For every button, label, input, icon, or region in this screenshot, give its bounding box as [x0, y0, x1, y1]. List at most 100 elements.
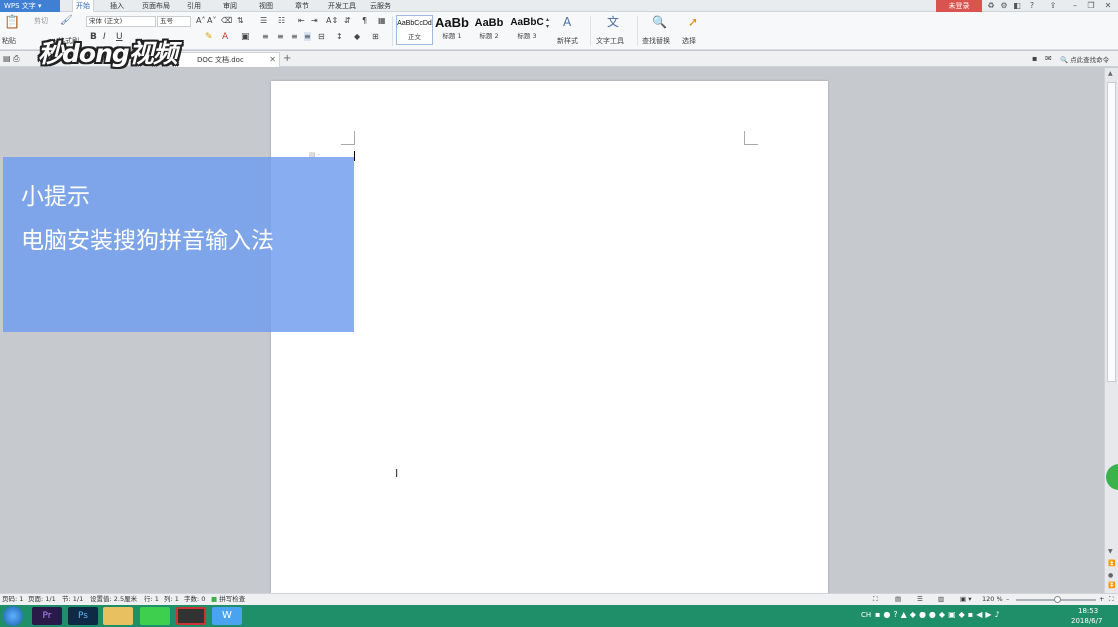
styles-scroll-icon[interactable]: ▴ ▾: [546, 16, 549, 30]
zoom-out-icon[interactable]: –: [1006, 594, 1009, 605]
tab-chapter[interactable]: 章节: [292, 0, 312, 12]
web-view-icon[interactable]: ▥: [938, 594, 944, 605]
shrink-font-icon[interactable]: A˅: [207, 16, 216, 25]
chinese-layout-icon[interactable]: A⇕: [326, 16, 338, 25]
tab-references[interactable]: 引用: [184, 0, 204, 12]
document-page[interactable]: ▤ · I: [271, 81, 828, 601]
status-position[interactable]: 设置值: 2.5厘米: [90, 594, 137, 605]
quick-access-icon[interactable]: ▤ ⎙: [3, 54, 20, 64]
tab-home[interactable]: 开始: [72, 0, 94, 12]
show-marks-icon[interactable]: ¶: [362, 16, 367, 25]
align-right-icon[interactable]: ≡: [291, 32, 298, 41]
scroll-down-icon[interactable]: ▼: [1108, 548, 1113, 555]
char-shading-icon[interactable]: ▣: [241, 32, 250, 42]
bullets-icon[interactable]: ☰: [260, 16, 267, 25]
status-pages[interactable]: 页面: 1/1: [28, 594, 56, 605]
add-tab-icon[interactable]: +: [283, 53, 291, 65]
close-icon[interactable]: ✕: [1103, 1, 1113, 11]
status-column[interactable]: 列: 1: [164, 594, 179, 605]
maximize-icon[interactable]: ❐: [1086, 1, 1096, 11]
command-search[interactable]: 🔍 点此查找命令: [1060, 54, 1109, 64]
font-name-select[interactable]: 宋体 (正文): [86, 16, 156, 27]
app-menu-button[interactable]: WPS 文字 ▾: [0, 0, 60, 12]
tab-review[interactable]: 审阅: [220, 0, 240, 12]
zoom-slider-knob[interactable]: [1054, 596, 1061, 603]
new-style-icon[interactable]: A: [563, 16, 571, 28]
status-row[interactable]: 行: 1: [144, 594, 159, 605]
select-browse-icon[interactable]: ●: [1108, 572, 1113, 579]
tab-developer[interactable]: 开发工具: [325, 0, 359, 12]
distribute-icon[interactable]: ⊟: [318, 32, 325, 41]
next-page-icon[interactable]: ⏬: [1108, 582, 1115, 589]
message-icon[interactable]: ✉: [1045, 54, 1052, 63]
wps-writer-task-icon[interactable]: W: [212, 607, 242, 625]
zoom-in-icon[interactable]: +: [1099, 594, 1104, 605]
style-normal[interactable]: AaBbCcDd 正文: [396, 15, 433, 45]
scroll-up-icon[interactable]: ▲: [1108, 70, 1113, 77]
file-explorer-task-icon[interactable]: [103, 607, 133, 625]
borders-icon[interactable]: ⊞: [372, 32, 379, 41]
restore-ribbon-icon[interactable]: ⇪: [1048, 1, 1058, 11]
paste-icon[interactable]: 📋: [4, 16, 20, 29]
vertical-scrollbar[interactable]: ▲ ▼ ⏫ ● ⏬: [1104, 68, 1118, 593]
decrease-indent-icon[interactable]: ⇤: [298, 16, 305, 25]
minimize-icon[interactable]: –: [1070, 1, 1080, 11]
line-spacing-icon[interactable]: ↕: [336, 32, 343, 41]
increase-indent-icon[interactable]: ⇥: [311, 16, 318, 25]
style-heading-3[interactable]: AaBbC 标题 3: [508, 15, 546, 45]
new-style-label[interactable]: 新样式: [557, 36, 578, 46]
status-word-count[interactable]: 字数: 0: [184, 594, 205, 605]
select-label[interactable]: 选择: [682, 36, 696, 46]
help-icon[interactable]: ?: [1027, 1, 1037, 11]
document-tab[interactable]: DOC 文档.doc ✕: [172, 52, 280, 67]
find-replace-icon[interactable]: 🔍: [652, 16, 667, 28]
premiere-task-icon[interactable]: Pr: [32, 607, 62, 625]
outline-view-icon[interactable]: ☰: [917, 594, 923, 605]
find-replace-label[interactable]: 查找替换: [642, 36, 670, 46]
align-center-icon[interactable]: ≡: [277, 32, 284, 41]
phonetic-icon[interactable]: ⇅: [237, 16, 244, 25]
status-section[interactable]: 节: 1/1: [62, 594, 83, 605]
page-view-icon[interactable]: ▤: [895, 594, 901, 605]
text-tools-icon[interactable]: 文: [607, 16, 619, 28]
settings-icon[interactable]: ⚙: [999, 1, 1009, 11]
highlight-icon[interactable]: ✎: [205, 32, 213, 42]
font-size-select[interactable]: 五号: [157, 16, 191, 27]
start-button[interactable]: [3, 606, 23, 626]
notification-icon[interactable]: ▪: [1032, 54, 1037, 63]
clock-date[interactable]: 2018/6/7: [1071, 617, 1102, 625]
shading-icon[interactable]: ◆: [354, 32, 360, 41]
align-left-icon[interactable]: ≡: [262, 32, 269, 41]
text-tools-label[interactable]: 文字工具: [596, 36, 624, 46]
select-icon[interactable]: ➚: [688, 16, 698, 28]
style-heading-2[interactable]: AaBb 标题 2: [471, 15, 507, 45]
fit-page-icon[interactable]: ⛶: [1109, 594, 1114, 605]
tab-page-layout[interactable]: 页面布局: [139, 0, 173, 12]
cut-button[interactable]: 剪切: [34, 16, 48, 26]
clear-format-icon[interactable]: ⌫: [221, 16, 232, 25]
status-page-number[interactable]: 页码: 1: [2, 594, 23, 605]
photoshop-task-icon[interactable]: Ps: [68, 607, 98, 625]
paste-label[interactable]: 粘贴: [2, 36, 16, 46]
focus-mode-icon[interactable]: ⛶: [873, 594, 878, 605]
system-tray-icons[interactable]: ▪●?▲◆●●◆▣◆▪◀▶♪: [875, 610, 1003, 619]
table-icon[interactable]: ▦: [378, 16, 386, 25]
numbering-icon[interactable]: ☷: [278, 16, 285, 25]
input-language[interactable]: CH: [861, 611, 871, 619]
recorder-task-icon[interactable]: [176, 607, 206, 625]
font-color-icon[interactable]: A: [222, 32, 228, 42]
skin-icon[interactable]: ◧: [1012, 1, 1022, 11]
tab-cloud[interactable]: 云服务: [367, 0, 394, 12]
prev-page-icon[interactable]: ⏫: [1108, 560, 1115, 567]
spell-check-button[interactable]: ■ 拼写检查: [211, 594, 245, 605]
format-painter-icon[interactable]: 🖌: [60, 16, 73, 26]
zoom-level[interactable]: 120 %: [982, 594, 1003, 605]
tab-insert[interactable]: 插入: [107, 0, 127, 12]
tab-view[interactable]: 视图: [256, 0, 276, 12]
reading-view-icon[interactable]: ▣ ▾: [960, 594, 971, 605]
login-button[interactable]: 未登录: [936, 0, 982, 12]
close-tab-icon[interactable]: ✕: [269, 53, 276, 67]
scrollbar-thumb[interactable]: [1107, 82, 1116, 382]
style-heading-1[interactable]: AaBb 标题 1: [434, 15, 470, 45]
clock-time[interactable]: 18:53: [1078, 607, 1098, 615]
